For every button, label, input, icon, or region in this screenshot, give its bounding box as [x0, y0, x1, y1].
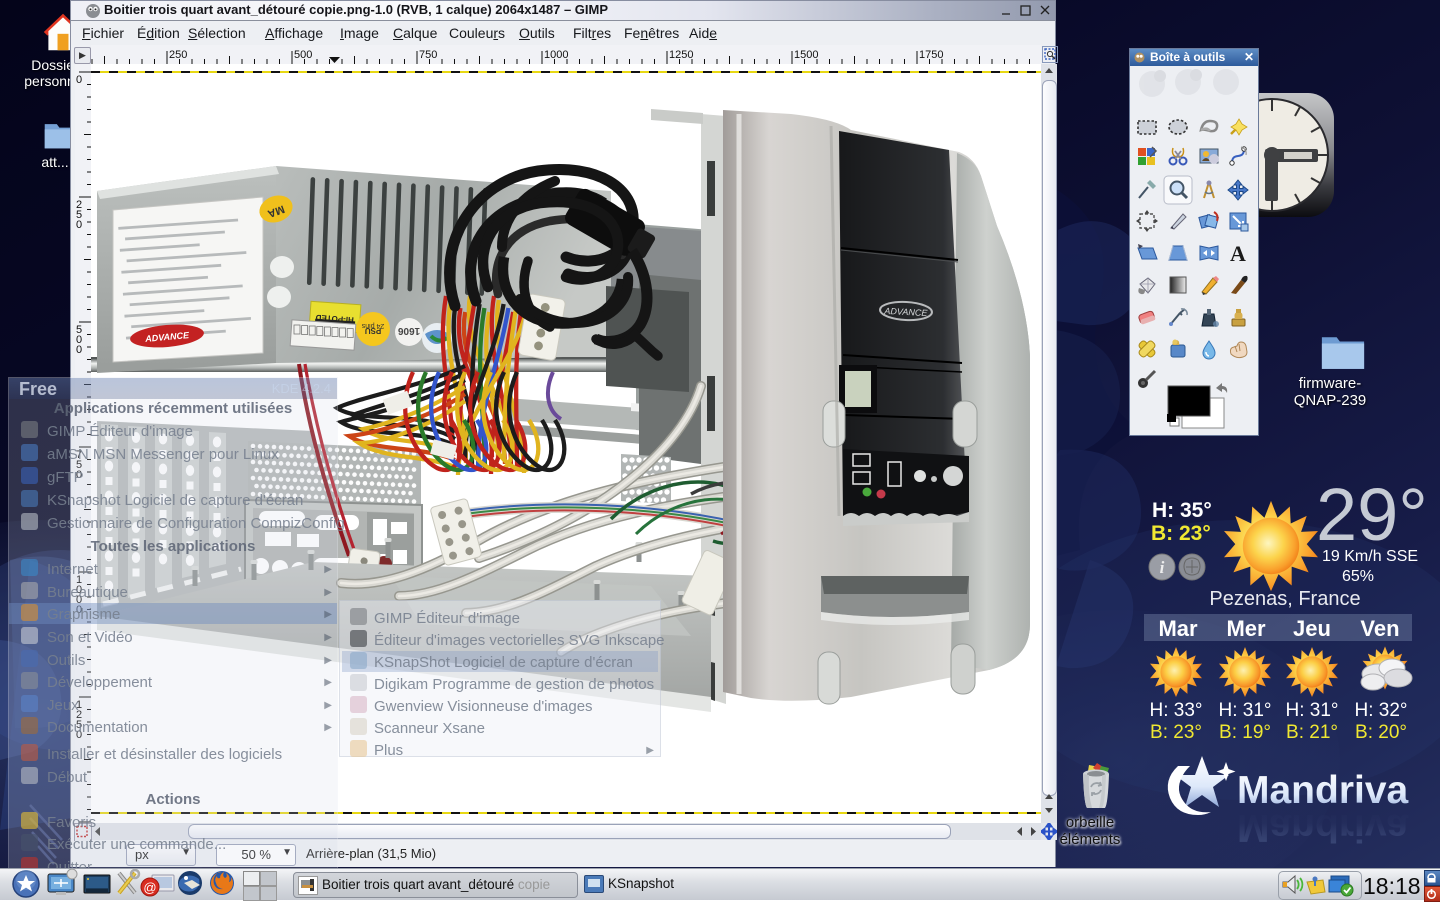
- svg-text:0: 0: [76, 344, 82, 356]
- svg-text:H: 33°: H: 33°: [1149, 700, 1202, 721]
- svg-text:H: 31°: H: 31°: [1285, 700, 1338, 721]
- svg-text:1500: 1500: [794, 49, 818, 61]
- svg-text:1000: 1000: [544, 49, 568, 61]
- svg-text:i: i: [1160, 558, 1165, 577]
- svg-text:0: 0: [76, 219, 82, 231]
- svg-text:H: 32°: H: 32°: [1354, 700, 1407, 721]
- svg-text:@: @: [143, 880, 156, 895]
- svg-text:1750: 1750: [919, 49, 943, 61]
- svg-text:250: 250: [169, 49, 187, 61]
- svg-text:500: 500: [294, 49, 312, 61]
- svg-text:H: 31°: H: 31°: [1218, 700, 1271, 721]
- svg-text:B: 20°: B: 20°: [1355, 722, 1407, 743]
- svg-text:1606: 1606: [397, 325, 420, 336]
- svg-text:B: 21°: B: 21°: [1286, 722, 1338, 743]
- svg-text:B: 23°: B: 23°: [1150, 722, 1202, 743]
- svg-text:A: A: [1230, 241, 1246, 266]
- svg-text:0: 0: [76, 74, 82, 86]
- svg-text:Mandriva: Mandriva: [1237, 769, 1409, 812]
- svg-text:Mandriva: Mandriva: [1237, 806, 1409, 849]
- svg-text:B: 19°: B: 19°: [1219, 722, 1271, 743]
- svg-text:24 pins: 24 pins: [361, 322, 384, 329]
- svg-text:1250: 1250: [669, 49, 693, 61]
- svg-text:750: 750: [419, 49, 437, 61]
